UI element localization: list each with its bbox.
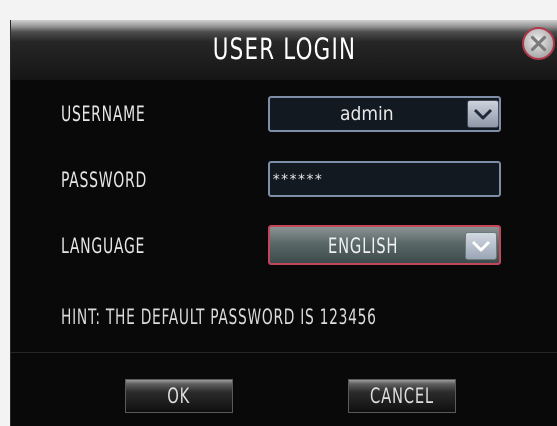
- language-dropdown-button[interactable]: [465, 232, 497, 260]
- language-value: ENGLISH: [328, 234, 399, 258]
- ok-button[interactable]: OK: [125, 379, 233, 413]
- password-hint: HINT: THE DEFAULT PASSWORD IS 123456: [61, 305, 377, 329]
- dialog-title: USER LOGIN: [212, 32, 357, 66]
- password-label: PASSWORD: [61, 168, 147, 192]
- username-value: admin: [340, 103, 394, 125]
- user-login-dialog: USER LOGIN USERNAME admin PASSWORD *****…: [10, 20, 557, 426]
- username-dropdown-button[interactable]: [467, 100, 499, 128]
- cancel-button[interactable]: CANCEL: [348, 379, 456, 413]
- language-label: LANGUAGE: [61, 234, 146, 258]
- username-select[interactable]: admin: [268, 96, 501, 132]
- divider: [11, 352, 557, 353]
- username-label: USERNAME: [61, 102, 146, 126]
- close-icon: [530, 35, 547, 52]
- password-field[interactable]: ******: [268, 161, 501, 197]
- cancel-button-label: CANCEL: [370, 384, 434, 408]
- title-bar: USER LOGIN: [11, 20, 557, 80]
- language-select[interactable]: ENGLISH: [268, 225, 501, 265]
- chevron-down-icon: [473, 108, 493, 120]
- chevron-down-icon: [471, 240, 491, 252]
- password-value: ******: [272, 172, 323, 188]
- close-button[interactable]: [522, 27, 555, 60]
- ok-button-label: OK: [167, 384, 191, 408]
